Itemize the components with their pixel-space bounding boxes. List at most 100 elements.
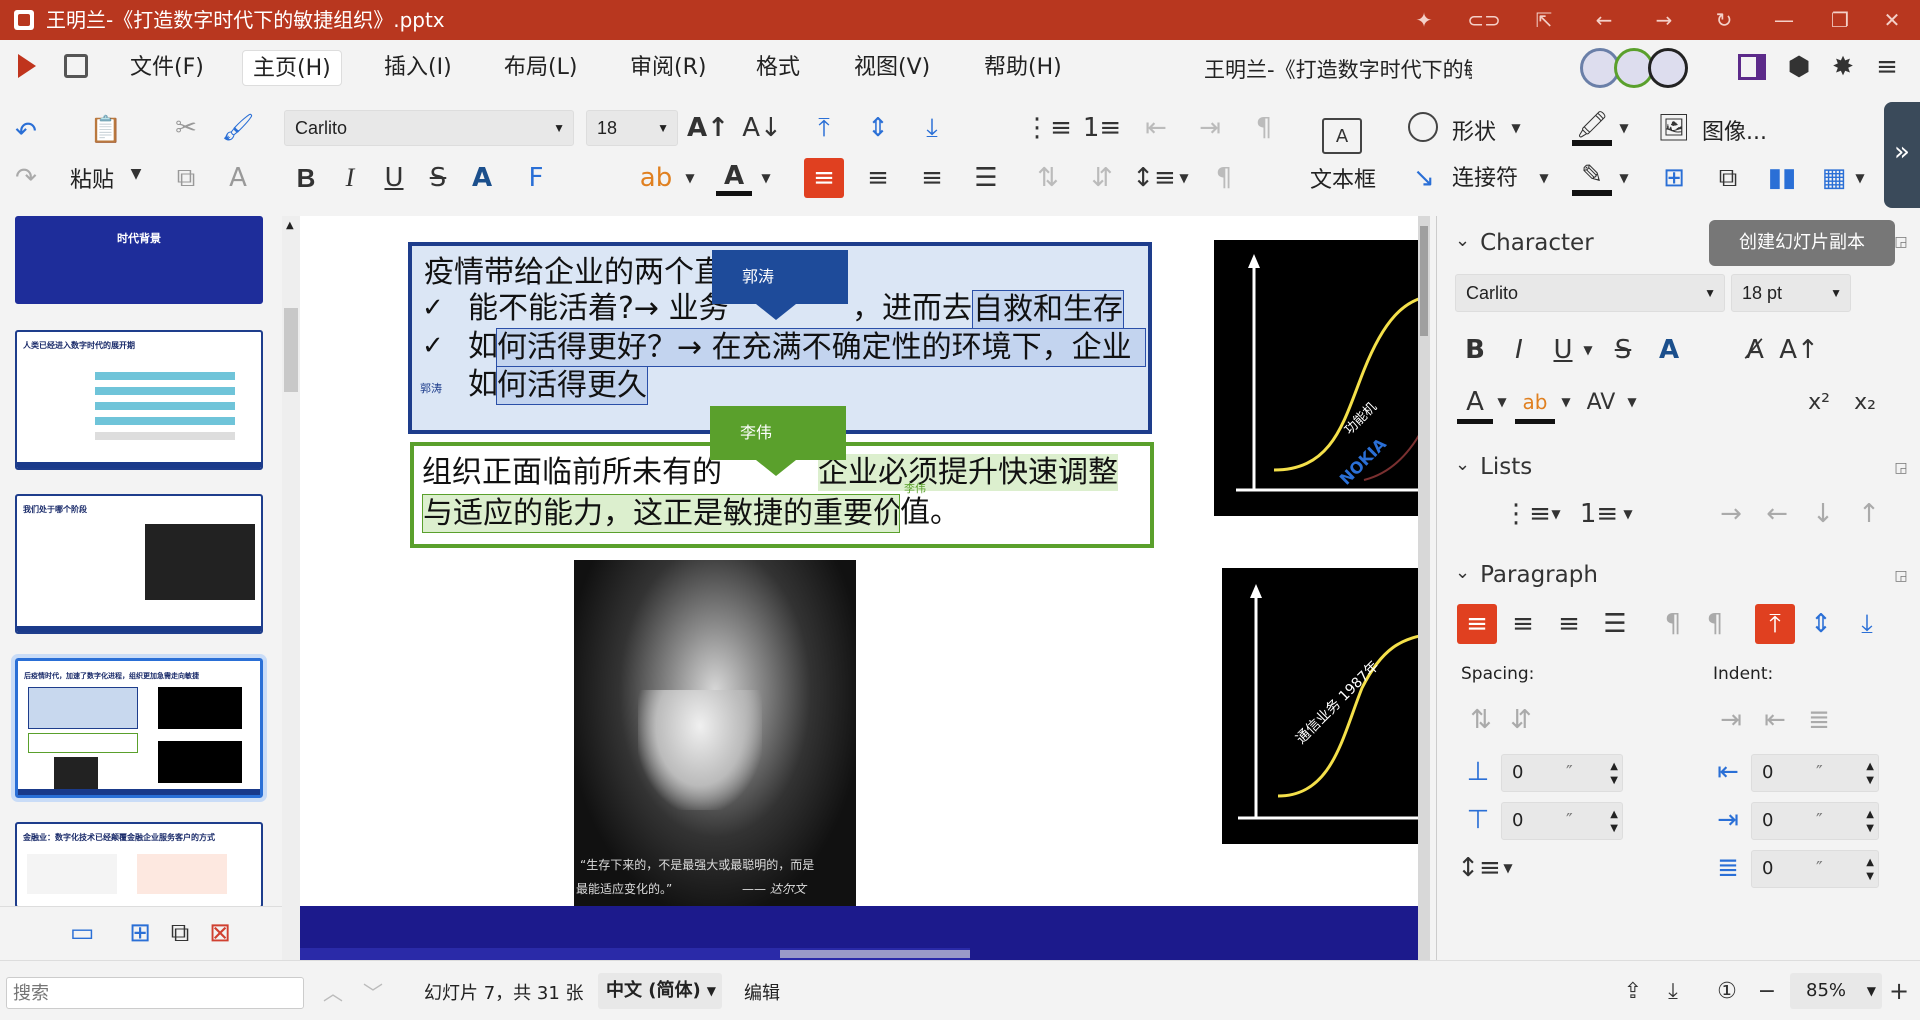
align-left-icon[interactable]: ≡ (1457, 604, 1497, 644)
spin-down-icon[interactable]: ▼ (1866, 763, 1874, 799)
cut-icon[interactable]: ✂ (168, 110, 204, 146)
highlight-dropdown-icon[interactable]: ▼ (680, 160, 700, 196)
shape-dropdown-icon[interactable]: ▼ (1506, 114, 1526, 142)
font-color-icon[interactable]: A (716, 160, 752, 196)
slide-thumbnail-8[interactable]: 我们处于哪个阶段 (15, 494, 263, 634)
numbered-list-dropdown-icon[interactable]: ▼ (1619, 496, 1637, 532)
ltr-icon[interactable]: ¶ (1655, 606, 1691, 642)
paragraph-spacing-icon[interactable]: ⇅ (1030, 160, 1066, 196)
restore-button[interactable]: ❐ (1820, 4, 1860, 36)
menu-view[interactable]: 视图(V) (844, 50, 940, 86)
open-external-icon[interactable]: ⇱ (1524, 4, 1564, 36)
spin-down-icon[interactable]: ▼ (1610, 811, 1618, 847)
indent-decrease-icon[interactable]: ⇤ (1757, 702, 1793, 738)
next-result-icon[interactable]: ﹀ (358, 975, 388, 1007)
expand-section-icon[interactable]: ◲ (1891, 458, 1911, 478)
underline-icon[interactable]: U (1545, 332, 1581, 368)
menu-file[interactable]: 文件(F) (120, 50, 214, 86)
close-button[interactable]: ✕ (1872, 4, 1912, 36)
spin-down-icon[interactable]: ▼ (1866, 811, 1874, 847)
demote-icon[interactable]: → (1713, 496, 1749, 532)
align-center-icon[interactable]: ≡ (860, 160, 896, 196)
character-spacing-dropdown-icon[interactable]: ▼ (1623, 384, 1641, 420)
justify-icon[interactable]: ☰ (968, 160, 1004, 196)
bold-icon[interactable]: B (290, 160, 322, 196)
line-spacing-icon[interactable]: ↕≡ (1132, 160, 1176, 196)
language-selector[interactable]: 中文 (简体) ▼ (598, 973, 722, 1009)
image-label[interactable]: 图像... (1702, 114, 1767, 146)
zoom-fit-icon[interactable]: ① (1710, 973, 1744, 1009)
grow-font-icon[interactable]: A↑ (687, 110, 729, 146)
line-spacing-dropdown-icon[interactable]: ▼ (1174, 160, 1194, 196)
bold-icon[interactable]: B (1457, 332, 1493, 368)
paste-dropdown-icon[interactable]: ▼ (126, 162, 146, 186)
new-slide-icon[interactable]: ⊞ (1656, 160, 1692, 196)
undo-icon[interactable]: ↶ (8, 114, 44, 150)
download-icon[interactable]: ⤓ (1656, 973, 1690, 1009)
indent-before-field[interactable]: 0 ″ ▲ ▼ (1751, 754, 1879, 792)
valign-top-icon[interactable]: ⤒ (1755, 604, 1795, 644)
italic-icon[interactable]: I (1501, 332, 1537, 368)
align-left-icon[interactable]: ≡ (804, 158, 844, 198)
back-icon[interactable]: ← (1584, 4, 1624, 36)
connector-icon[interactable]: ↘ (1408, 160, 1440, 196)
link-icon[interactable]: ⊂⊃ (1464, 4, 1504, 36)
highlight-icon[interactable]: ab (1515, 384, 1555, 424)
slide-thumbnail-10[interactable]: 金融业：数字化技术已经颠覆金融企业服务客户的方式 (15, 822, 263, 908)
spin-down-icon[interactable]: ▼ (1610, 763, 1618, 799)
fill-color-dropdown-icon[interactable]: ▼ (1614, 110, 1634, 146)
delete-slide-icon[interactable]: ⊠ (202, 915, 238, 951)
paste-icon[interactable]: 📋 (86, 110, 126, 150)
highlight-icon[interactable]: ab (636, 160, 676, 196)
scrollbar-thumb[interactable] (284, 308, 298, 392)
indent-after-field[interactable]: 0 ″ ▲ ▼ (1751, 802, 1879, 840)
underline-dropdown-icon[interactable]: ▼ (1579, 332, 1597, 368)
decrease-indent-icon[interactable]: ⇤ (1138, 110, 1174, 146)
star-icon[interactable]: ✸ (1826, 50, 1860, 84)
comment-highlight[interactable]: 企业必须提升快速调整 (818, 454, 1118, 491)
hanging-indent-icon[interactable]: ≣ (1801, 702, 1837, 738)
comment-highlight[interactable]: 自救和生存 (972, 290, 1124, 329)
scrollbar-thumb[interactable] (1420, 226, 1428, 336)
highlight-dropdown-icon[interactable]: ▼ (1557, 384, 1575, 420)
zoom-in-icon[interactable]: + (1882, 973, 1916, 1009)
strikethrough-icon[interactable]: S (422, 160, 454, 196)
font-color-dropdown-icon[interactable]: ▼ (1493, 384, 1511, 420)
clear-format-icon[interactable]: A̸ (1737, 332, 1773, 368)
line-spacing-icon[interactable]: ↕≡ (1457, 850, 1501, 886)
fill-color-icon[interactable]: 🖍 (1572, 110, 1612, 146)
paste-label[interactable]: 粘贴 (70, 162, 114, 194)
strikethrough-icon[interactable]: S (1605, 332, 1641, 368)
font-color-dropdown-icon[interactable]: ▼ (756, 160, 776, 196)
promote-icon[interactable]: ← (1759, 496, 1795, 532)
bullet-list-icon[interactable]: ⋮≡ (1503, 496, 1551, 532)
slide-canvas[interactable]: 疫情带给企业的两个直 ✓ 能不能活着?→ 业务 ，进而去 自救和生存 ✓ 如 何… (300, 216, 1430, 960)
underline-icon[interactable]: U (378, 160, 410, 196)
shrink-font-icon[interactable]: A↓ (742, 110, 782, 146)
line-color-dropdown-icon[interactable]: ▼ (1614, 160, 1634, 196)
comment-marker[interactable]: 郭涛 (420, 380, 442, 396)
italic-icon[interactable]: I (334, 160, 366, 196)
table-icon[interactable]: ▦ (1818, 160, 1850, 196)
slide-thumbnail-6[interactable]: 时代背景 (15, 216, 263, 304)
table-dropdown-icon[interactable]: ▼ (1850, 160, 1870, 196)
new-slide-icon[interactable]: ⊞ (122, 915, 158, 951)
bullet-list-icon[interactable]: ⋮≡ (1024, 110, 1072, 146)
first-line-indent-field[interactable]: 0 ″ ▲ ▼ (1751, 850, 1879, 888)
subscript-icon[interactable]: x₂ (1847, 384, 1883, 420)
font-name-combo[interactable]: Carlito ▼ (284, 110, 574, 146)
menu-format[interactable]: 格式 (746, 50, 810, 86)
comment-bubble-liwei[interactable]: 李伟 (710, 406, 846, 460)
font-color-icon[interactable]: A (1457, 384, 1493, 424)
align-right-icon[interactable]: ≡ (914, 160, 950, 196)
shape-label[interactable]: 形状 (1452, 114, 1496, 146)
duplicate-slide-icon[interactable]: ⧉ (162, 915, 198, 951)
magic-wand-icon[interactable]: ✦ (1404, 4, 1444, 36)
slide-thumbnail-7[interactable]: 人类已经进入数字时代的展开期 (15, 330, 263, 470)
panel-font-combo[interactable]: Carlito ▼ (1455, 274, 1725, 312)
app-menu-icon[interactable] (18, 54, 36, 78)
line-spacing-dropdown-icon[interactable]: ▼ (1499, 850, 1517, 886)
textbox-icon[interactable]: A (1322, 118, 1362, 154)
previous-result-icon[interactable]: ︿ (318, 975, 348, 1007)
duplicate-slide-icon[interactable]: ⧉ (1710, 160, 1746, 196)
